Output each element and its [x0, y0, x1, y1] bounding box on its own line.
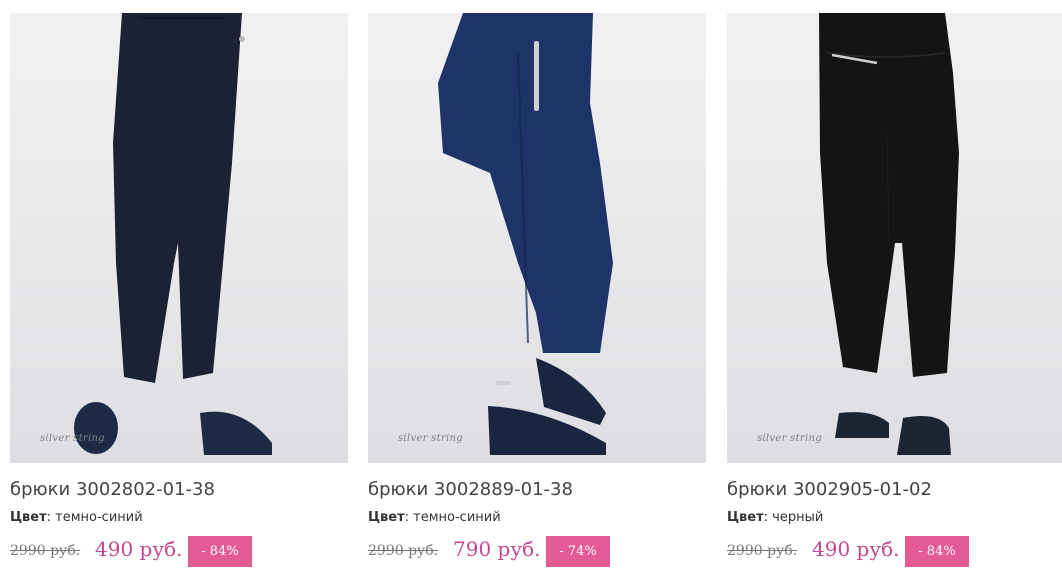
color-separator: :	[46, 510, 56, 525]
product-title[interactable]: брюки 3002889-01-38	[368, 479, 706, 503]
product-image[interactable]: silver string	[368, 13, 706, 463]
color-value: темно-синий	[413, 510, 501, 525]
product-color: Цвет: темно-синий	[10, 510, 348, 528]
sale-price: 790 руб.	[453, 537, 541, 561]
product-title[interactable]: брюки 3002905-01-02	[727, 479, 1062, 503]
brand-watermark: silver string	[398, 433, 463, 444]
color-label: Цвет	[10, 510, 47, 525]
old-price: 2990 руб.	[10, 543, 81, 559]
color-value: черный	[772, 510, 824, 525]
old-price: 2990 руб.	[727, 543, 798, 559]
product-grid: silver string брюки 3002802-01-38 Цвет: …	[0, 0, 1062, 578]
product-image[interactable]: silver string	[727, 13, 1062, 463]
product-title[interactable]: брюки 3002802-01-38	[10, 479, 348, 503]
product-color: Цвет: темно-синий	[368, 510, 706, 528]
color-separator: :	[404, 510, 414, 525]
brand-watermark: silver string	[757, 433, 822, 444]
product-photo-front-view	[74, 13, 272, 455]
product-photo-back-view	[819, 13, 959, 455]
discount-badge: - 74%	[546, 536, 610, 567]
price-row: 2990 руб. 790 руб. - 74%	[368, 536, 706, 568]
color-separator: :	[763, 510, 773, 525]
product-image[interactable]: silver string	[10, 13, 348, 463]
discount-badge: - 84%	[905, 536, 969, 567]
color-value: темно-синий	[55, 510, 143, 525]
product-card: silver string брюки 3002889-01-38 Цвет: …	[368, 13, 706, 568]
color-label: Цвет	[368, 510, 405, 525]
discount-badge: - 84%	[188, 536, 252, 567]
product-color: Цвет: черный	[727, 510, 1062, 528]
sale-price: 490 руб.	[812, 537, 900, 561]
product-card: silver string брюки 3002905-01-02 Цвет: …	[727, 13, 1062, 568]
brand-watermark: silver string	[40, 433, 105, 444]
product-photo-side-view	[438, 13, 613, 455]
price-row: 2990 руб. 490 руб. - 84%	[727, 536, 1062, 568]
price-row: 2990 руб. 490 руб. - 84%	[10, 536, 348, 568]
color-label: Цвет	[727, 510, 764, 525]
sale-price: 490 руб.	[95, 537, 183, 561]
old-price: 2990 руб.	[368, 543, 439, 559]
product-card: silver string брюки 3002802-01-38 Цвет: …	[10, 13, 348, 568]
